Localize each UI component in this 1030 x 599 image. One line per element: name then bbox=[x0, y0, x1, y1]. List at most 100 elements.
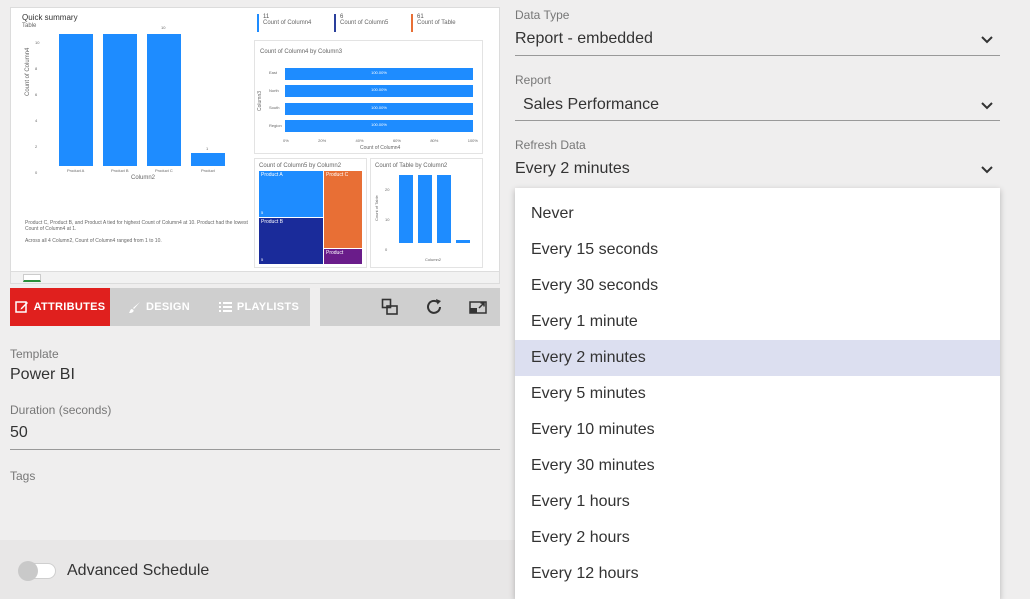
tags-label: Tags bbox=[10, 469, 36, 483]
option-2-minutes[interactable]: Every 2 minutes bbox=[515, 340, 1000, 376]
refresh-button[interactable] bbox=[412, 288, 456, 326]
option-12-hours[interactable]: Every 12 hours bbox=[515, 556, 1000, 592]
treemap-title: Count of Column5 by Column2 bbox=[259, 163, 342, 169]
report-page-tabs bbox=[11, 271, 499, 283]
left-xtick-a: Product A bbox=[67, 168, 85, 173]
refresh-value: Every 2 minutes bbox=[515, 160, 630, 177]
left-chart-yticks: 10 8 6 4 2 0 bbox=[35, 40, 40, 175]
narrative-line2: Across all 4 Column2, Count of Column4 r… bbox=[25, 238, 162, 244]
treemap-tile-product: Product bbox=[324, 249, 362, 264]
layers-button[interactable] bbox=[368, 288, 412, 326]
left-xtick-b: Product B bbox=[111, 168, 129, 173]
report-select[interactable]: Sales Performance bbox=[515, 96, 1000, 118]
kpi-table: 61 Count of Table bbox=[411, 14, 456, 32]
option-30-minutes[interactable]: Every 30 minutes bbox=[515, 448, 1000, 484]
small-chart-xlabel: Column2 bbox=[425, 257, 442, 262]
treemap-tile-product-a: Product A 5 bbox=[259, 171, 323, 217]
hbar-chart-title: Count of Column4 by Column3 bbox=[260, 49, 343, 55]
bar-product-a bbox=[59, 34, 93, 166]
bar-product-c bbox=[147, 34, 181, 166]
toggle-knob[interactable] bbox=[18, 561, 38, 581]
option-15-seconds[interactable]: Every 15 seconds bbox=[515, 232, 1000, 268]
app-root: Quick summary Table 11 Count of Column4 … bbox=[0, 0, 1030, 599]
hbar-east: 100.00% bbox=[285, 68, 473, 80]
left-chart-ylabel: Count of Column4 bbox=[25, 47, 31, 96]
chevron-down-icon bbox=[981, 102, 993, 110]
data-type-value: Report - embedded bbox=[515, 30, 653, 47]
refresh-dropdown: Never Every 15 seconds Every 30 seconds … bbox=[515, 188, 1000, 599]
option-30-seconds[interactable]: Every 30 seconds bbox=[515, 268, 1000, 304]
bar-top-label: 10 bbox=[161, 25, 166, 30]
treemap-tile-product-b: Product B 5 bbox=[259, 218, 323, 264]
narrative-line1: Product C, Product B, and Product A tied… bbox=[25, 220, 248, 232]
left-chart-xlabel: Column2 bbox=[131, 175, 156, 181]
small-bar-product-b bbox=[418, 175, 432, 243]
treemap-card: Count of Column5 by Column2 Product A 5 … bbox=[254, 158, 367, 268]
refresh-label: Refresh Data bbox=[515, 138, 586, 152]
small-chart-title: Count of Table by Column2 bbox=[375, 163, 448, 169]
data-type-label: Data Type bbox=[515, 8, 570, 22]
option-5-minutes[interactable]: Every 5 minutes bbox=[515, 376, 1000, 412]
edit-icon bbox=[14, 301, 28, 313]
hbar-south: 100.00% bbox=[285, 103, 473, 115]
external-window-icon bbox=[469, 301, 487, 314]
template-value: Power BI bbox=[10, 366, 75, 383]
tags-input[interactable] bbox=[10, 486, 500, 526]
tab-attributes[interactable]: ATTRIBUTES bbox=[10, 288, 110, 326]
left-xtick-c: Product C bbox=[155, 168, 173, 173]
tab-design[interactable]: DESIGN bbox=[110, 288, 208, 326]
kpi-column4: 11 Count of Column4 bbox=[257, 14, 311, 32]
chevron-down-icon bbox=[981, 166, 993, 174]
chevron-down-icon bbox=[981, 36, 993, 44]
bar-product bbox=[191, 153, 225, 166]
duration-label: Duration (seconds) bbox=[10, 403, 112, 417]
kpi-column5: 6 Count of Column5 bbox=[334, 14, 388, 32]
small-bar-product-a bbox=[399, 175, 413, 243]
tab-attributes-label: ATTRIBUTES bbox=[33, 301, 106, 313]
report-preview: Quick summary Table 11 Count of Column4 … bbox=[10, 7, 500, 284]
option-1-minute[interactable]: Every 1 minute bbox=[515, 304, 1000, 340]
option-10-minutes[interactable]: Every 10 minutes bbox=[515, 412, 1000, 448]
fullscreen-button[interactable] bbox=[456, 288, 500, 326]
small-chart-yticks: 20 10 0 bbox=[385, 187, 390, 252]
refresh-icon bbox=[427, 299, 441, 314]
small-chart-ylabel: Count of Table bbox=[374, 195, 379, 221]
option-never[interactable]: Never bbox=[515, 196, 1000, 232]
template-label: Template bbox=[10, 347, 59, 361]
bar-product-b bbox=[103, 34, 137, 166]
left-xtick-d: Product bbox=[201, 168, 215, 173]
option-2-hours[interactable]: Every 2 hours bbox=[515, 520, 1000, 556]
hbar-xticks: 0% 20% 40% 60% 80% 100% bbox=[283, 138, 478, 143]
small-bar-product bbox=[456, 240, 470, 243]
small-bar-chart-card: Count of Table by Column2 Count of Table… bbox=[370, 158, 483, 268]
report-value: Sales Performance bbox=[523, 96, 660, 113]
layers-icon bbox=[381, 298, 398, 315]
refresh-select[interactable]: Every 2 minutes bbox=[515, 160, 1000, 182]
widget-tabs: ATTRIBUTES DESIGN PLAYLISTS bbox=[10, 288, 310, 326]
report-underline bbox=[515, 120, 1000, 121]
preview-title: Quick summary bbox=[22, 13, 78, 22]
hbar-north: 100.00% bbox=[285, 85, 473, 97]
preview-actions bbox=[320, 288, 500, 326]
preview-subtitle: Table bbox=[22, 23, 37, 29]
duration-input[interactable]: 50 bbox=[10, 424, 500, 446]
list-icon bbox=[218, 302, 232, 312]
tab-playlists-label: PLAYLISTS bbox=[236, 301, 300, 313]
data-type-select[interactable]: Report - embedded bbox=[515, 30, 1000, 52]
small-bar-product-c bbox=[437, 175, 451, 243]
report-page-tab[interactable] bbox=[23, 274, 41, 282]
tab-playlists[interactable]: PLAYLISTS bbox=[208, 288, 310, 326]
advanced-schedule-label: Advanced Schedule bbox=[67, 562, 210, 579]
hbar-chart-card: Count of Column4 by Column3 Column3 East… bbox=[254, 40, 483, 154]
hbar-chart-xlabel: Count of Column4 bbox=[360, 145, 401, 151]
hbar-region: 100.00% bbox=[285, 120, 473, 132]
report-label: Report bbox=[515, 73, 552, 87]
bar-small-label: 1 bbox=[206, 146, 209, 151]
treemap-tile-product-c: Product C bbox=[324, 171, 362, 248]
duration-underline bbox=[10, 449, 500, 450]
hbar-chart-ylabel: Column3 bbox=[257, 90, 263, 111]
tab-design-label: DESIGN bbox=[146, 301, 190, 313]
option-1-hours[interactable]: Every 1 hours bbox=[515, 484, 1000, 520]
data-type-underline bbox=[515, 55, 1000, 56]
brush-icon bbox=[129, 301, 140, 313]
